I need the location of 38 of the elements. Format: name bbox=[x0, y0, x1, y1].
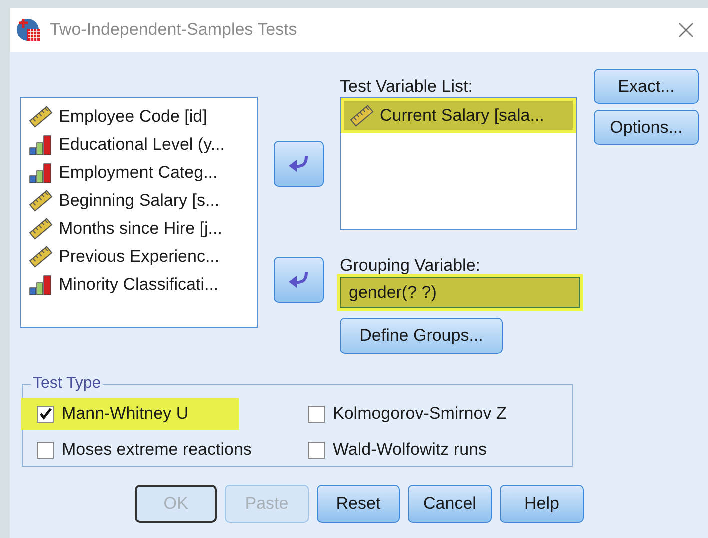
grouping-variable-field[interactable]: gender(? ?) bbox=[340, 277, 580, 308]
return-arrow-icon bbox=[288, 271, 310, 289]
source-variable-list[interactable]: Employee Code [id] Educational Level (y... Employment Categ... Beginning Salary [s... Months since Hire [j... Previous Experienc... Minority Classificati... bbox=[20, 97, 258, 328]
checkbox-label[interactable]: Wald-Wolfowitz runs bbox=[333, 437, 487, 463]
dialog-button[interactable]: Help bbox=[500, 485, 584, 523]
checkbox-label[interactable]: Moses extreme reactions bbox=[62, 437, 252, 463]
return-arrow-icon bbox=[288, 155, 310, 173]
checkbox-label[interactable]: Kolmogorov-Smirnov Z bbox=[333, 401, 507, 427]
app-icon bbox=[16, 17, 42, 43]
variable-item[interactable]: Educational Level (y... bbox=[59, 132, 225, 158]
bar-chart-icon bbox=[29, 134, 53, 156]
move-to-test-list-button[interactable] bbox=[274, 141, 324, 187]
variable-item[interactable]: Employee Code [id] bbox=[59, 104, 208, 130]
bar-chart-icon bbox=[29, 274, 53, 296]
dialog-button[interactable]: Exact... bbox=[594, 69, 699, 104]
variable-item[interactable]: Employment Categ... bbox=[59, 160, 218, 186]
checkbox[interactable] bbox=[308, 442, 325, 458]
define-groups-button[interactable]: Define Groups... bbox=[340, 318, 503, 354]
dialog-button[interactable]: Options... bbox=[594, 110, 699, 145]
variable-item[interactable]: Minority Classificati... bbox=[59, 272, 219, 298]
checkbox[interactable] bbox=[37, 442, 54, 458]
bar-chart-icon bbox=[29, 162, 53, 184]
group-title: Test Type bbox=[32, 374, 102, 394]
dialog-button[interactable]: Cancel bbox=[408, 485, 492, 523]
variable-item[interactable]: Current Salary [sala... bbox=[344, 101, 573, 130]
variable-item[interactable]: Beginning Salary [s... bbox=[59, 188, 220, 214]
checkbox[interactable] bbox=[37, 406, 54, 422]
close-button[interactable]: × bbox=[674, 16, 698, 44]
dialog-button[interactable]: Reset bbox=[317, 485, 400, 523]
checkbox-label[interactable]: Mann-Whitney U bbox=[62, 401, 189, 427]
grouping-variable-label: Grouping Variable: bbox=[340, 256, 482, 276]
variable-item[interactable]: Previous Experienc... bbox=[59, 244, 220, 270]
variable-item[interactable]: Months since Hire [j... bbox=[59, 216, 222, 242]
move-to-grouping-button[interactable] bbox=[274, 257, 324, 303]
test-variable-label: Test Variable List: bbox=[340, 77, 474, 97]
test-variable-list[interactable]: Current Salary [sala... bbox=[340, 97, 577, 230]
checkbox[interactable] bbox=[308, 406, 325, 422]
window-title: Two-Independent-Samples Tests bbox=[50, 19, 298, 42]
